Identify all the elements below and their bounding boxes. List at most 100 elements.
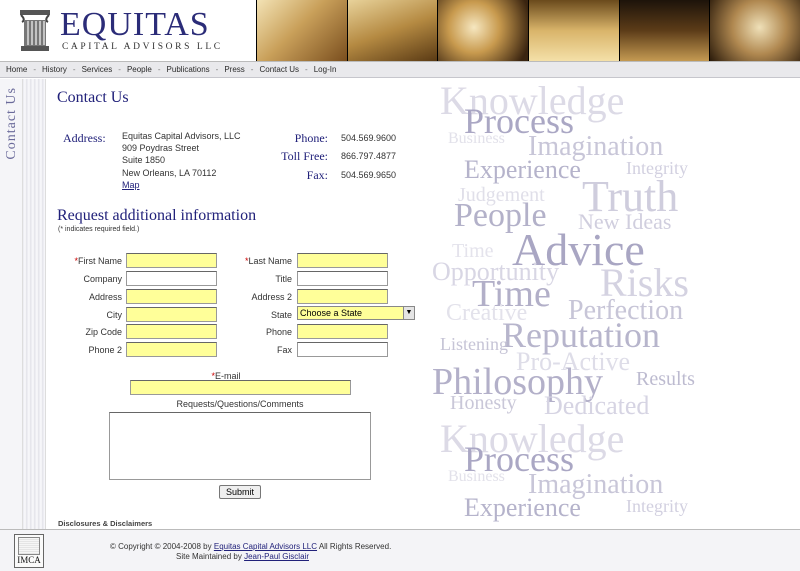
cloud-word: Business	[448, 130, 505, 147]
address-field-label: Address	[88, 292, 122, 302]
nav-publications[interactable]: Publications	[167, 65, 210, 74]
address-block: Equitas Capital Advisors, LLC 909 Poydra…	[122, 130, 241, 191]
nav-separator: -	[250, 65, 254, 74]
zip-label: Zip Code	[85, 327, 122, 337]
state-select-value: Choose a State	[300, 308, 363, 318]
imca-logo[interactable]: IMCA	[14, 534, 44, 568]
nav-services[interactable]: Services	[82, 65, 113, 74]
form-title: Request additional information	[57, 207, 257, 224]
nav-log-in[interactable]: Log-In	[314, 65, 337, 74]
address2-label: Address 2	[251, 292, 292, 302]
last-name-label: *Last Name	[222, 256, 292, 266]
side-label-text: Contact Us	[4, 87, 19, 160]
disclosures-link[interactable]: Disclosures & Disclaimers	[58, 519, 152, 528]
imca-seal-icon	[18, 537, 40, 555]
address-field[interactable]	[126, 289, 217, 304]
phone-label: Phone:	[294, 131, 328, 145]
nav-home[interactable]: Home	[6, 65, 27, 74]
city-label: City	[106, 310, 123, 320]
site-footer: IMCA © Copyright © 2004-2008 by Equitas …	[0, 529, 800, 571]
header-photo-silhouettes	[618, 0, 710, 61]
nav-people[interactable]: People	[127, 65, 152, 74]
phone2-field[interactable]	[126, 342, 217, 357]
header-photo-businessman	[528, 0, 619, 61]
tollfree-value: 866.797.4877	[341, 151, 397, 161]
cloud-word: Experience	[464, 493, 581, 522]
copyright-suffix: All Rights Reserved.	[318, 542, 392, 551]
brand-name: EQUITAS	[60, 6, 210, 43]
chevron-down-icon[interactable]: ▼	[403, 307, 414, 319]
comments-textarea[interactable]	[109, 412, 371, 480]
maintained-line: Site Maintained by Jean-Paul Gisclair	[176, 552, 309, 561]
company-label: Company	[83, 274, 122, 284]
decorative-column	[22, 79, 46, 529]
side-section-label: Contact Us	[0, 79, 22, 529]
maintainer-link[interactable]: Jean-Paul Gisclair	[244, 552, 309, 561]
last-name-label-text: Last Name	[248, 256, 292, 266]
title-label: Title	[275, 274, 292, 284]
header-photo-columns	[256, 0, 347, 61]
last-name-field[interactable]	[297, 253, 388, 268]
main-nav: Home - History - Services - People - Publica…	[0, 62, 800, 78]
first-name-label: *First Name	[52, 256, 122, 266]
main-content: Contact Us Address: Equitas Capital Advi…	[46, 79, 436, 529]
address-line: Equitas Capital Advisors, LLC	[122, 131, 241, 141]
first-name-label-text: First Name	[77, 256, 122, 266]
maintained-prefix: Site Maintained by	[176, 552, 242, 561]
tollfree-label: Toll Free:	[281, 149, 328, 163]
address-line: New Orleans, LA 70112	[122, 167, 217, 178]
map-link[interactable]: Map	[122, 180, 140, 190]
brand-subtitle: CAPITAL ADVISORS LLC	[62, 42, 223, 52]
fax-label: Fax:	[306, 168, 328, 182]
city-field[interactable]	[126, 307, 217, 322]
state-label: State	[270, 310, 292, 320]
address-line: Suite 1850	[122, 155, 166, 166]
cloud-word: Results	[636, 368, 695, 390]
comments-label: Requests/Questions/Comments	[176, 399, 304, 409]
phone-field[interactable]	[297, 324, 388, 339]
equitas-logo[interactable]: EQUITAS CAPITAL ADVISORS LLC	[14, 8, 254, 56]
nav-contact-us[interactable]: Contact Us	[259, 65, 299, 74]
phone-value: 504.569.9600	[341, 133, 397, 143]
nav-separator: -	[215, 65, 219, 74]
state-select[interactable]: Choose a State ▼	[297, 306, 415, 320]
cloud-word: Experience	[464, 155, 581, 184]
fax-value: 504.569.9650	[341, 170, 397, 180]
cloud-word: Integrity	[626, 496, 688, 516]
first-name-field[interactable]	[126, 253, 217, 268]
address-label: Address:	[63, 131, 106, 145]
address2-field[interactable]	[297, 289, 388, 304]
address-line: 909 Poydras Street	[122, 143, 200, 154]
nav-history[interactable]: History	[42, 65, 67, 74]
imca-logo-text: IMCA	[17, 555, 41, 565]
site-header: EQUITAS CAPITAL ADVISORS LLC	[0, 0, 800, 62]
company-field[interactable]	[126, 271, 217, 286]
cloud-word: Listening	[440, 334, 508, 354]
copyright-line: © Copyright © 2004-2008 by Equitas Capit…	[110, 542, 391, 551]
title-field[interactable]	[297, 271, 388, 286]
nav-separator: -	[33, 65, 37, 74]
nav-separator: -	[157, 65, 161, 74]
zip-field[interactable]	[126, 324, 217, 339]
phone-field-label: Phone	[265, 327, 292, 337]
nav-separator: -	[118, 65, 121, 74]
header-photo-meeting	[709, 0, 800, 61]
email-field[interactable]	[130, 380, 351, 395]
page-title: Contact Us	[57, 89, 129, 106]
copyright-prefix: © Copyright © 2004-2008 by	[110, 542, 212, 551]
required-note: (* indicates required field.)	[58, 226, 140, 233]
word-cloud: Knowledge Process Business Imagination E…	[428, 79, 800, 529]
cloud-word: Business	[448, 468, 505, 485]
header-photo-money	[346, 0, 438, 61]
nav-separator: -	[72, 65, 76, 74]
copyright-link[interactable]: Equitas Capital Advisors LLC	[214, 542, 317, 551]
fax-field[interactable]	[297, 342, 388, 357]
cloud-word: Honesty	[450, 392, 517, 414]
nav-press[interactable]: Press	[224, 65, 244, 74]
phone2-label: Phone 2	[88, 345, 122, 355]
nav-separator: -	[305, 65, 308, 74]
submit-button[interactable]: Submit	[219, 485, 261, 499]
fax-field-label: Fax	[276, 345, 292, 355]
column-pillar-icon	[20, 10, 50, 51]
header-photo-handshake	[437, 0, 529, 61]
